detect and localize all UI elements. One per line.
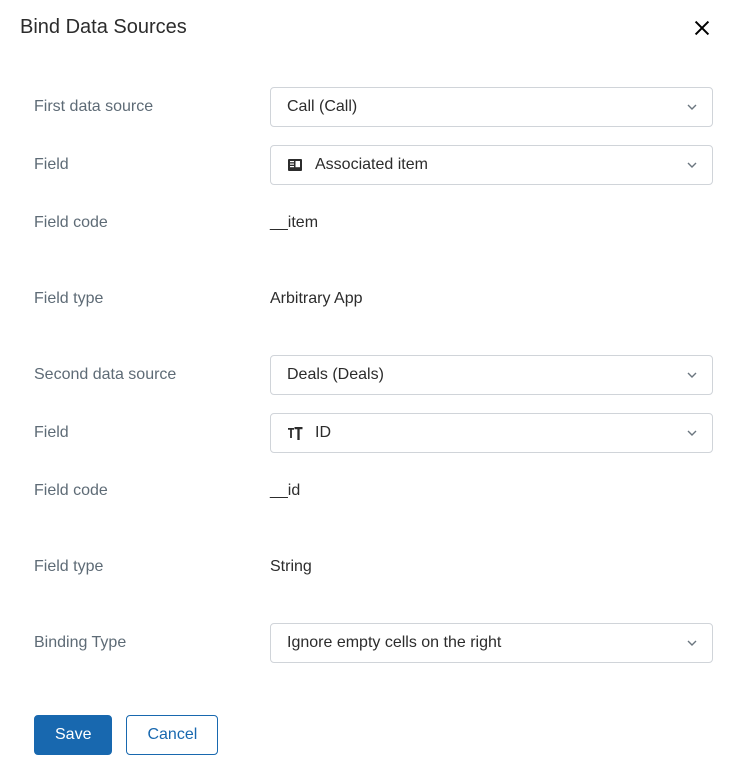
close-icon[interactable] xyxy=(691,17,713,39)
label-first-source: First data source xyxy=(34,98,270,116)
row-second-source: Second data source Deals (Deals) xyxy=(34,355,713,395)
save-button[interactable]: Save xyxy=(34,715,112,755)
dialog-title: Bind Data Sources xyxy=(20,16,187,39)
field-type1-value: Arbitrary App xyxy=(270,290,713,308)
chevron-down-icon xyxy=(686,159,698,171)
row-field1: Field Associated item xyxy=(34,145,713,185)
field-code2-value: __id xyxy=(270,482,713,500)
label-field-type1: Field type xyxy=(34,290,270,308)
field2-select[interactable]: ID xyxy=(270,413,713,453)
label-field-code2: Field code xyxy=(34,482,270,500)
form: First data source Call (Call) Field Asso… xyxy=(20,87,713,663)
binding-type-value: Ignore empty cells on the right xyxy=(287,634,501,652)
first-source-select[interactable]: Call (Call) xyxy=(270,87,713,127)
text-icon xyxy=(287,425,303,441)
chevron-down-icon xyxy=(686,369,698,381)
chevron-down-icon xyxy=(686,101,698,113)
row-field-type2: Field type String xyxy=(34,547,713,587)
label-second-source: Second data source xyxy=(34,366,270,384)
dialog-footer: Save Cancel xyxy=(20,715,713,755)
chevron-down-icon xyxy=(686,427,698,439)
dialog-header: Bind Data Sources xyxy=(20,16,713,39)
label-field1: Field xyxy=(34,156,270,174)
row-binding-type: Binding Type Ignore empty cells on the r… xyxy=(34,623,713,663)
field-code1-value: __item xyxy=(270,214,713,232)
field-type2-value: String xyxy=(270,558,713,576)
label-binding-type: Binding Type xyxy=(34,634,270,652)
row-field-code1: Field code __item xyxy=(34,203,713,243)
field2-value: ID xyxy=(287,424,331,442)
first-source-value: Call (Call) xyxy=(287,98,357,116)
second-source-value: Deals (Deals) xyxy=(287,366,384,384)
row-field-type1: Field type Arbitrary App xyxy=(34,279,713,319)
row-field-code2: Field code __id xyxy=(34,471,713,511)
second-source-select[interactable]: Deals (Deals) xyxy=(270,355,713,395)
page-icon xyxy=(287,157,303,173)
field2-text: ID xyxy=(315,424,331,442)
chevron-down-icon xyxy=(686,637,698,649)
label-field2: Field xyxy=(34,424,270,442)
row-field2: Field ID xyxy=(34,413,713,453)
label-field-type2: Field type xyxy=(34,558,270,576)
field1-select[interactable]: Associated item xyxy=(270,145,713,185)
label-field-code1: Field code xyxy=(34,214,270,232)
field1-value: Associated item xyxy=(287,156,428,174)
bind-data-sources-dialog: Bind Data Sources First data source Call… xyxy=(0,0,733,775)
row-first-source: First data source Call (Call) xyxy=(34,87,713,127)
cancel-button[interactable]: Cancel xyxy=(126,715,218,755)
field1-text: Associated item xyxy=(315,156,428,174)
binding-type-select[interactable]: Ignore empty cells on the right xyxy=(270,623,713,663)
